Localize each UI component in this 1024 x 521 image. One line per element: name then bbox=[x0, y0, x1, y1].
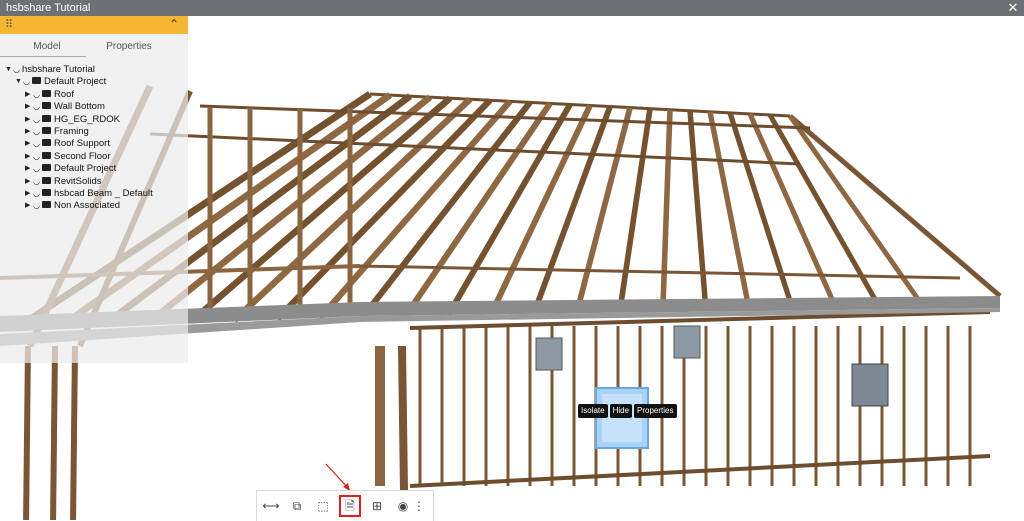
expand-right-icon[interactable]: ▶ bbox=[25, 176, 33, 188]
window-title: hsbshare Tutorial bbox=[6, 2, 91, 14]
folder-icon bbox=[42, 102, 51, 110]
expand-right-icon[interactable]: ▶ bbox=[25, 101, 33, 113]
timber-member bbox=[70, 345, 78, 520]
folder-icon bbox=[42, 188, 51, 196]
tree-item-label: hsbcad Beam _ Default bbox=[54, 187, 153, 199]
folder-icon bbox=[42, 151, 51, 159]
folder-icon bbox=[42, 176, 51, 184]
visibility-toggle-icon[interactable]: ◡ bbox=[33, 188, 42, 200]
tree-item[interactable]: ▶ ◡ Wall Bottom bbox=[0, 101, 188, 113]
visibility-toggle-icon[interactable]: ◡ bbox=[33, 126, 42, 138]
visibility-toggle-icon[interactable]: ◡ bbox=[33, 89, 42, 101]
tree-item[interactable]: ▶ ◡ Framing bbox=[0, 126, 188, 138]
timber-member bbox=[445, 102, 573, 317]
expand-right-icon[interactable]: ▶ bbox=[25, 89, 33, 101]
tree-item[interactable]: ▶ ◡ Roof Support bbox=[0, 138, 188, 150]
tree-item-label: Non Associated bbox=[54, 200, 121, 212]
timber-member bbox=[687, 110, 709, 308]
add-file-icon[interactable]: ⊞ bbox=[367, 496, 387, 516]
tab-properties[interactable]: Properties bbox=[82, 41, 176, 52]
timber-member bbox=[707, 111, 752, 308]
visibility-toggle-icon[interactable]: ◡ bbox=[33, 163, 42, 175]
tree-item-label: Roof bbox=[54, 88, 75, 100]
active-tab-underline bbox=[0, 56, 86, 57]
tree-item[interactable]: ▶ ◡ Non Associated bbox=[0, 200, 188, 212]
folder-icon bbox=[42, 164, 51, 172]
folder-icon bbox=[32, 77, 41, 85]
drag-handle-icon[interactable]: ⠿ bbox=[5, 18, 13, 31]
visibility-toggle-icon[interactable]: ◡ bbox=[33, 176, 42, 188]
context-menu: Isolate Hide Properties bbox=[578, 404, 677, 418]
tree-item[interactable]: ▶ ◡ HG_EG_RDOK bbox=[0, 114, 188, 126]
window-opening bbox=[673, 325, 701, 359]
viewer-toolbar: ⟷ ⧉ ⬚ 🗎 ⊞ ◉ ⋮ bbox=[256, 490, 434, 521]
tab-model[interactable]: Model bbox=[0, 41, 94, 52]
tree-item[interactable]: ▶ ◡ Second Floor bbox=[0, 151, 188, 163]
timber-member bbox=[23, 345, 31, 520]
tree-item-label: RevitSolids bbox=[54, 175, 102, 187]
close-icon[interactable]: ✕ bbox=[1006, 0, 1020, 16]
window-opening bbox=[851, 363, 889, 407]
tree-item[interactable]: ▶ ◡ Default Project bbox=[0, 163, 188, 175]
properties-button[interactable]: Properties bbox=[634, 404, 677, 418]
expand-right-icon[interactable]: ▶ bbox=[25, 114, 33, 126]
expand-right-icon[interactable]: ▶ bbox=[25, 188, 33, 200]
expand-right-icon[interactable]: ▶ bbox=[25, 200, 33, 212]
model-tree-panel: ⠿ ⌃ Model Properties ▼◡ hsbshare Tutorial… bbox=[0, 16, 188, 363]
expand-right-icon[interactable]: ▶ bbox=[25, 151, 33, 163]
folder-icon bbox=[42, 139, 51, 147]
tree-item-label: Roof Support bbox=[54, 138, 110, 150]
visibility-toggle-icon[interactable]: ◡ bbox=[33, 114, 42, 126]
panel-header[interactable]: ⠿ ⌃ bbox=[0, 16, 188, 34]
visibility-toggle-icon[interactable]: ◡ bbox=[33, 101, 42, 113]
visibility-toggle-icon[interactable]: ◡ bbox=[33, 151, 42, 163]
section-box-icon[interactable]: ⧉ bbox=[287, 496, 307, 516]
tree-item-label: Default Project bbox=[44, 76, 107, 88]
expand-right-icon[interactable]: ▶ bbox=[25, 126, 33, 138]
tree-item[interactable]: ▶ ◡ Roof bbox=[0, 89, 188, 101]
expand-right-icon[interactable]: ▶ bbox=[25, 163, 33, 175]
hide-button[interactable]: Hide bbox=[609, 404, 633, 418]
tree-item-label: Default Project bbox=[54, 163, 117, 175]
tree-item[interactable]: ▼◡ hsbshare Tutorial bbox=[0, 64, 188, 76]
visibility-toggle-icon[interactable]: ◡ bbox=[33, 200, 42, 212]
folder-icon bbox=[42, 89, 51, 97]
timber-member bbox=[50, 345, 58, 520]
model-tree: ▼◡ hsbshare Tutorial ▼◡ Default Project ▶ ◡ Ro… bbox=[0, 64, 188, 213]
tree-item-label: hsbshare Tutorial bbox=[22, 64, 95, 75]
visibility-toggle-icon[interactable]: ◡ bbox=[23, 76, 32, 88]
tree-item[interactable]: ▶ ◡ hsbcad Beam _ Default bbox=[0, 188, 188, 200]
tree-item[interactable]: ▼◡ Default Project bbox=[0, 76, 188, 88]
folder-icon bbox=[42, 201, 51, 209]
more-options-icon[interactable]: ⋮ bbox=[409, 496, 429, 516]
timber-member bbox=[398, 345, 408, 492]
tree-item[interactable]: ▶ ◡ RevitSolids bbox=[0, 176, 188, 188]
chevron-up-icon[interactable]: ⌃ bbox=[169, 17, 179, 31]
folder-icon bbox=[42, 114, 51, 122]
expand-down-icon[interactable]: ▼ bbox=[5, 64, 13, 76]
folder-icon bbox=[42, 126, 51, 134]
tree-item-label: HG_EG_RDOK bbox=[54, 113, 120, 125]
tree-item-label: Wall Bottom bbox=[54, 101, 105, 113]
panel-tabs: Model Properties bbox=[0, 38, 188, 58]
tree-item-label: Second Floor bbox=[54, 150, 111, 162]
tree-item-label: Framing bbox=[54, 125, 89, 137]
visibility-toggle-icon[interactable]: ◡ bbox=[33, 138, 42, 150]
timber-member bbox=[660, 109, 673, 309]
expand-down-icon[interactable]: ▼ bbox=[15, 76, 23, 88]
window-opening bbox=[535, 337, 563, 371]
visibility-toggle-icon[interactable]: ◡ bbox=[13, 64, 22, 76]
timber-member bbox=[359, 264, 961, 280]
expand-right-icon[interactable]: ▶ bbox=[25, 138, 33, 150]
select-area-icon[interactable]: ⬚ bbox=[313, 496, 333, 516]
export-file-icon[interactable]: 🗎 bbox=[339, 495, 361, 517]
window-title-bar: hsbshare Tutorial ✕ bbox=[0, 0, 1024, 16]
isolate-button[interactable]: Isolate bbox=[578, 404, 608, 418]
measure-icon[interactable]: ⟷ bbox=[261, 496, 281, 516]
